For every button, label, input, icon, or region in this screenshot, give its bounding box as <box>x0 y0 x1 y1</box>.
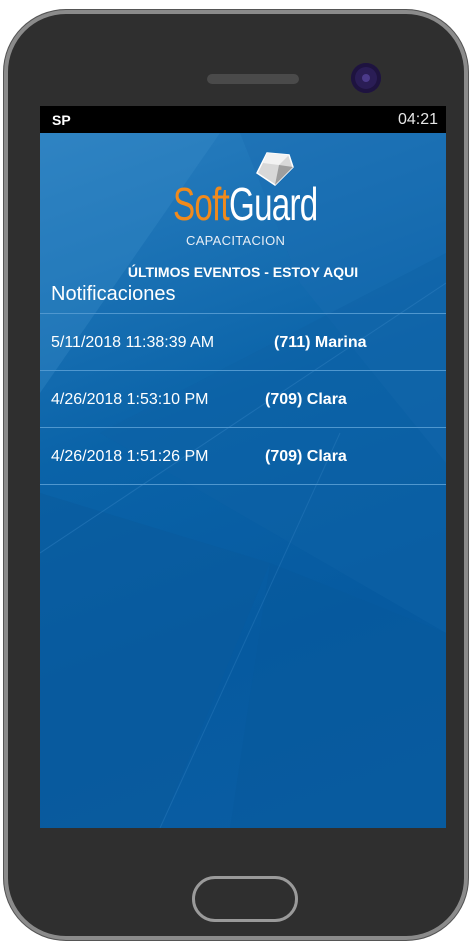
event-name: (709) Clara <box>265 391 347 408</box>
events-list: 5/11/2018 11:38:39 AM (711) Marina 4/26/… <box>40 313 446 485</box>
front-camera-icon <box>351 63 381 93</box>
status-time: 04:21 <box>397 111 438 128</box>
event-name: (709) Clara <box>265 448 347 465</box>
event-row[interactable]: 4/26/2018 1:53:10 PM (709) Clara <box>40 370 446 427</box>
status-bar: SP 04:21 <box>40 106 446 133</box>
event-name: (711) Marina <box>274 334 367 351</box>
logo-guard-text: Guard <box>229 178 318 230</box>
logo-subtitle: CAPACITACION <box>186 233 286 248</box>
section-title: ÚLTIMOS EVENTOS - ESTOY AQUI <box>127 264 359 280</box>
carrier-label: SP <box>52 112 71 128</box>
earpiece-speaker <box>207 74 299 84</box>
event-datetime: 5/11/2018 11:38:39 AM <box>51 334 215 351</box>
notifications-title: Notificaciones <box>51 283 176 305</box>
logo-soft-text: Soft <box>173 178 230 230</box>
event-datetime: 4/26/2018 1:51:26 PM <box>51 448 209 465</box>
app-screen: SP 04:21 SoftGuard CAPACITACION ÚLTIMOS … <box>40 106 446 828</box>
logo-wordmark: SoftGuard <box>173 178 318 230</box>
phone-frame: SP 04:21 SoftGuard CAPACITACION ÚLTIMOS … <box>0 0 475 945</box>
home-button[interactable] <box>192 876 298 922</box>
softguard-logo: SoftGuard CAPACITACION <box>40 151 446 251</box>
event-datetime: 4/26/2018 1:53:10 PM <box>51 391 209 408</box>
event-row[interactable]: 5/11/2018 11:38:39 AM (711) Marina <box>40 313 446 370</box>
event-row[interactable]: 4/26/2018 1:51:26 PM (709) Clara <box>40 427 446 485</box>
